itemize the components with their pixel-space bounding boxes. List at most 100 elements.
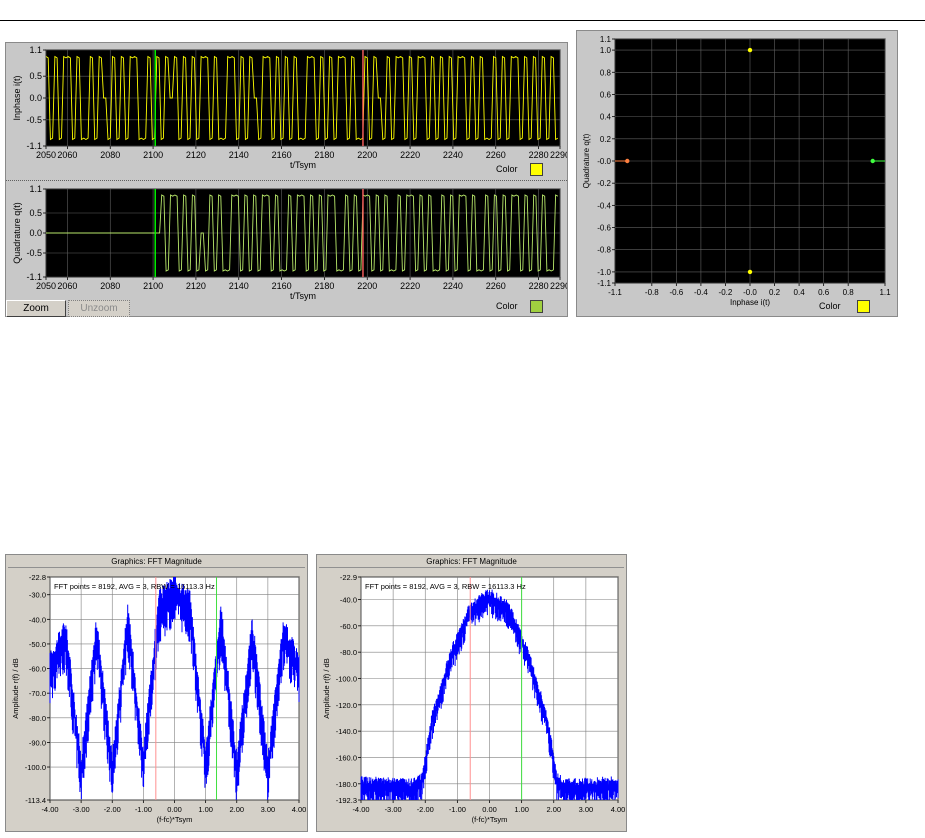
y-tick-label: -180.0 (336, 780, 357, 789)
y-tick-label: -192.3 (336, 796, 357, 805)
y-tick-label: -1.1 (597, 279, 611, 288)
x-tick-label: 2060 (57, 150, 77, 160)
y-tick-label: -0.0 (597, 157, 611, 166)
y-tick-label: -50.0 (29, 640, 46, 649)
x-axis-label: t/Tsym (290, 160, 316, 170)
y-axis-label: Quadrature q(t) (12, 202, 22, 264)
y-axis-label: Amplitude r(f) / dB (322, 658, 331, 718)
x-tick-label: 2220 (400, 281, 420, 291)
x-tick-label: 1.00 (514, 805, 529, 814)
fft-left-title: Graphics: FFT Magnitude (8, 556, 305, 568)
x-tick-label: 2080 (100, 150, 120, 160)
iq-time-panel: 2050 2060 2080 2100 2120 2140 2160 2180 2200 2220… (5, 42, 568, 317)
x-tick-label: -0.0 (743, 288, 757, 297)
x-tick-label: 2120 (186, 150, 206, 160)
fft-right-panel: Graphics: FFT Magnitude -4.00 -3.00 -2.00 -… (316, 554, 627, 832)
y-tick-label: -120.0 (336, 701, 357, 710)
y-tick-label: 1.1 (29, 184, 42, 194)
x-tick-label: -3.00 (385, 805, 402, 814)
x-tick-label: -1.00 (135, 805, 152, 814)
x-axis-label: Inphase i(t) (730, 298, 770, 307)
x-tick-label: 2240 (443, 150, 463, 160)
y-tick-label: -70.0 (29, 689, 46, 698)
zoom-button[interactable]: Zoom (6, 300, 66, 317)
x-tick-label: 0.4 (794, 288, 806, 297)
y-tick-label: -90.0 (29, 738, 46, 747)
y-tick-label: 0.2 (600, 135, 612, 144)
x-tick-label: 2290 (550, 150, 567, 160)
x-tick-label: 2240 (443, 281, 463, 291)
x-tick-label: 2160 (272, 150, 292, 160)
y-tick-label: -0.2 (597, 179, 611, 188)
page-header-rule (0, 20, 925, 21)
fft-left-panel: Graphics: FFT Magnitude -4.00 -3.00 -2.00-… (5, 554, 308, 832)
y-axis-label: Amplitude r(f) / dB (11, 658, 20, 718)
y-tick-label: 0.5 (29, 71, 42, 81)
x-tick-label: 2260 (486, 281, 506, 291)
x-tick-label: -2.00 (104, 805, 121, 814)
fft-left-chart: -4.00 -3.00 -2.00 -1.00 0.00 1.00 2.00 3.00 4.00… (11, 573, 306, 824)
inphase-chart: 2050 2060 2080 2100 2120 2140 2160 2180 2200 2220… (12, 45, 567, 170)
color-label-constellation: Color (819, 301, 841, 311)
y-tick-label: -1.1 (26, 272, 42, 282)
fft-annotation: FFT points = 8192, AVG = 3, RBW = 16113.… (365, 582, 526, 591)
x-tick-label: 1.00 (198, 805, 213, 814)
x-tick-label: 2180 (314, 150, 334, 160)
x-tick-label: 1.1 (879, 288, 891, 297)
y-tick-label: 0.0 (29, 93, 42, 103)
y-tick-label: 0.5 (29, 208, 42, 218)
x-tick-label: -0.8 (645, 288, 659, 297)
x-tick-label: 0.00 (167, 805, 182, 814)
x-tick-label: 3.00 (579, 805, 594, 814)
constellation-point (625, 158, 630, 164)
y-tick-label: -22.8 (29, 573, 46, 582)
y-tick-label: -60.0 (340, 622, 357, 631)
color-label-top: Color (496, 164, 518, 174)
y-tick-label: 0.4 (600, 113, 612, 122)
x-tick-label: 2060 (57, 281, 77, 291)
y-tick-label: 0.6 (600, 90, 612, 99)
x-axis-label: (f-fc)*Tsym (157, 815, 193, 824)
y-tick-label: -80.0 (340, 648, 357, 657)
x-tick-label: 3.00 (261, 805, 276, 814)
x-tick-label: 2180 (314, 281, 334, 291)
y-tick-label: -1.0 (597, 268, 611, 277)
x-tick-label: 2080 (100, 281, 120, 291)
color-swatch-bottom[interactable] (530, 300, 543, 313)
y-tick-label: -100.0 (336, 674, 357, 683)
constellation-point (747, 47, 753, 53)
x-tick-label: -4.00 (352, 805, 369, 814)
x-tick-label: -0.2 (719, 288, 733, 297)
x-tick-label: 0.8 (843, 288, 855, 297)
x-tick-label: 2.00 (229, 805, 244, 814)
y-tick-label: -30.0 (29, 591, 46, 600)
x-tick-label: 2140 (229, 281, 249, 291)
x-tick-label: 2120 (186, 281, 206, 291)
unzoom-button[interactable]: Unzoom (68, 300, 130, 317)
y-tick-label: -113.4 (25, 796, 46, 805)
y-tick-label: -0.8 (597, 246, 611, 255)
x-tick-label: -0.6 (669, 288, 683, 297)
constellation-point (870, 158, 875, 164)
y-tick-label: 1.1 (29, 45, 42, 55)
x-tick-label: 0.2 (769, 288, 781, 297)
color-swatch-top[interactable] (530, 163, 543, 176)
y-tick-label: -160.0 (336, 753, 357, 762)
constellation-panel: -1.1 -0.8 -0.6 -0.4 -0.2 -0.0 0.2 0.4 0.6 0.8 1.1 1… (576, 30, 898, 317)
x-tick-label: -2.00 (417, 805, 434, 814)
x-tick-label: 4.00 (611, 805, 626, 814)
fft-annotation: FFT points = 8192, AVG = 3, RBW = 16113.… (54, 582, 215, 591)
y-tick-label: -140.0 (336, 727, 357, 736)
y-tick-label: -0.5 (26, 248, 42, 258)
fft-right-chart: -4.00 -3.00 -2.00 -1.00 0.00 1.00 2.00 3.00 4.00… (322, 573, 626, 824)
x-axis-label: t/Tsym (290, 291, 316, 301)
color-swatch-constellation[interactable] (857, 300, 870, 313)
x-tick-label: 2200 (357, 281, 377, 291)
x-tick-label: 0.6 (818, 288, 830, 297)
x-tick-label: 2100 (143, 281, 163, 291)
fft-right-title: Graphics: FFT Magnitude (319, 556, 624, 568)
y-tick-label: -60.0 (29, 665, 46, 674)
y-tick-label: -0.4 (597, 201, 611, 210)
color-label-bottom: Color (496, 301, 518, 311)
quadrature-chart: 2050 2060 2080 2100 2120 2140 2160 2180 2200 2220… (12, 184, 567, 301)
